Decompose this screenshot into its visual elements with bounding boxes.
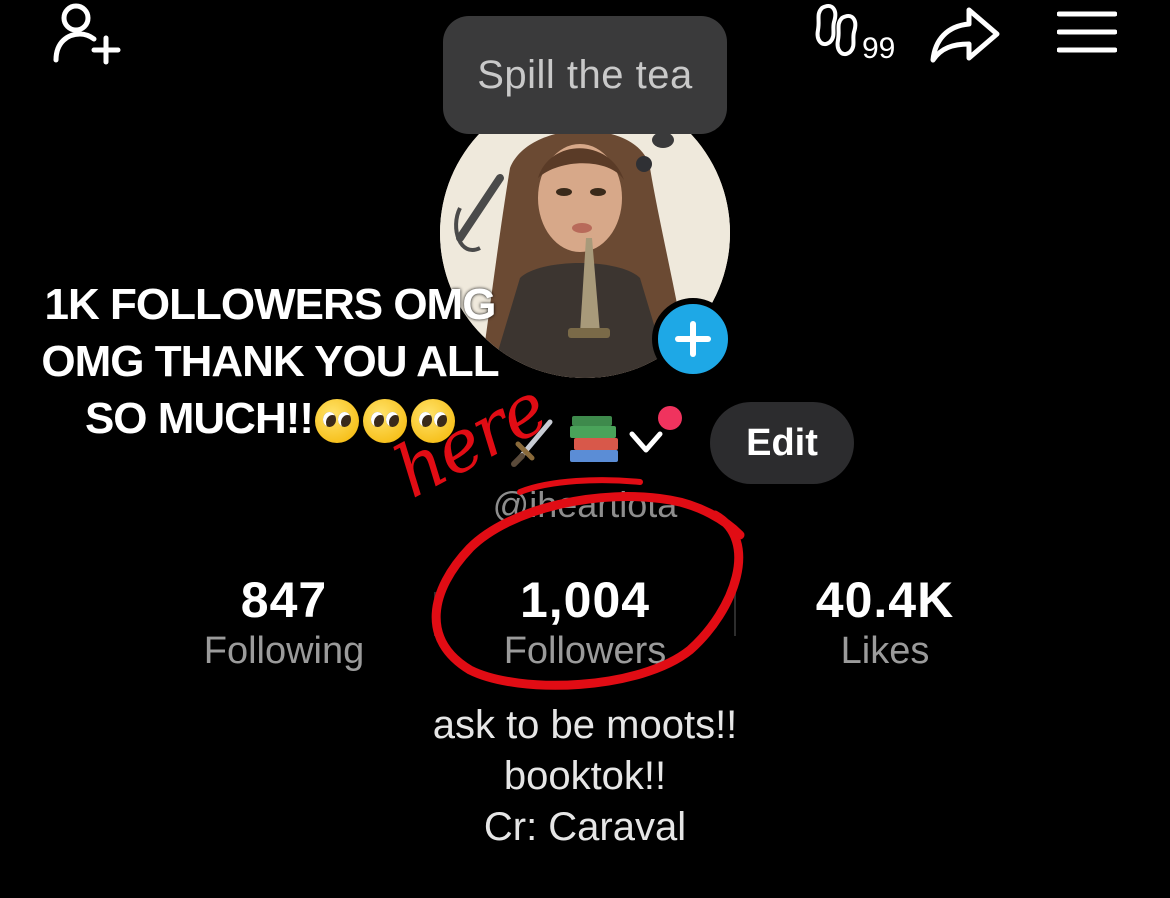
caption-line-2: OMG THANK YOU ALL [41, 337, 499, 386]
footprints-icon: 99 [815, 3, 895, 64]
bio-line-1: ask to be moots!! [432, 703, 738, 747]
account-switch-button[interactable] [626, 424, 666, 460]
likes-stat[interactable]: 40.4K Likes [780, 572, 990, 674]
add-story-button[interactable] [652, 298, 734, 380]
caption-line-3-text: SO MUCH!! [84, 394, 314, 443]
followers-count: 1,004 [519, 572, 651, 628]
pleading-face-icon [315, 399, 360, 444]
menu-button[interactable] [1052, 4, 1122, 60]
following-label: Following [203, 630, 365, 672]
profile-views-button[interactable]: 99 [812, 0, 904, 64]
stat-divider [434, 592, 436, 636]
story-note-bubble[interactable]: Spill the tea [443, 16, 727, 134]
add-user-icon [53, 3, 121, 65]
tooltip-tail-dot [636, 156, 652, 172]
hamburger-menu-icon [1057, 11, 1117, 53]
share-button[interactable] [926, 0, 1004, 70]
chevron-down-icon [629, 431, 663, 453]
followers-label: Followers [503, 630, 667, 672]
share-icon [930, 7, 1000, 63]
following-stat[interactable]: 847 Following [184, 572, 384, 674]
following-count: 847 [240, 572, 328, 628]
followers-stat[interactable]: 1,004 Followers [480, 572, 690, 674]
caption-line-1: 1K FOLLOWERS OMG [44, 280, 497, 329]
likes-count: 40.4K [815, 572, 955, 628]
bio-line-2: booktok!! [503, 754, 667, 798]
username: @iheartlota [492, 484, 678, 525]
story-note-text: Spill the tea [477, 52, 693, 97]
footprints-count: 99 [862, 32, 895, 64]
bio-line-3: Cr: Caraval [483, 805, 687, 849]
books-emoji-icon [570, 416, 618, 462]
plus-icon [675, 321, 711, 357]
edit-profile-button[interactable]: Edit [710, 402, 854, 484]
stat-divider [734, 592, 736, 636]
tooltip-tail [652, 132, 674, 148]
profile-bio: ask to be moots!! booktok!! Cr: Caraval [300, 700, 870, 853]
likes-label: Likes [840, 630, 930, 672]
add-friend-button[interactable] [44, 0, 124, 70]
